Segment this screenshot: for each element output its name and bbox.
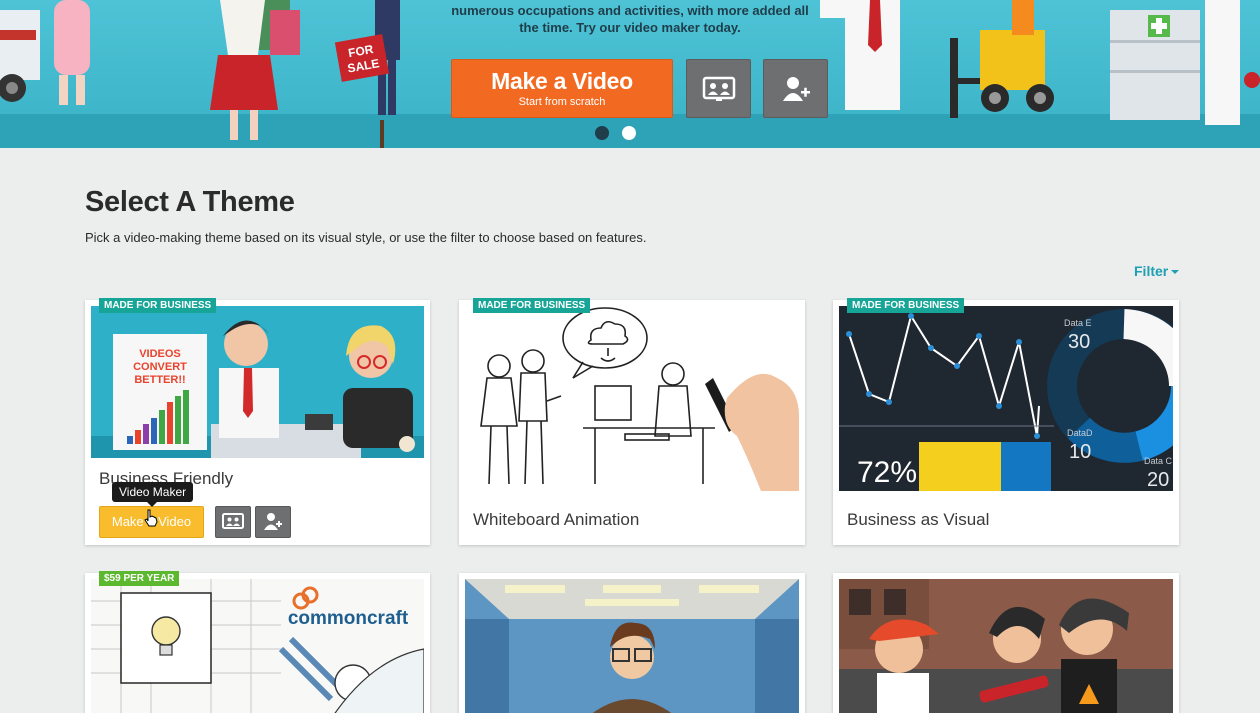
thumb-caption-2: CONVERT [133,361,187,373]
carousel-dot-1[interactable] [595,126,609,140]
office-illustration [465,579,799,713]
pharmacy-illustration [1110,0,1260,125]
add-user-icon [782,76,810,101]
theme-card-commoncraft[interactable]: $59 PER YEAR commoncraft [85,571,430,713]
filter-label: Filter [1134,263,1169,279]
data-e-value: 30 [1068,331,1090,353]
big-percentage: 72% [857,456,917,489]
forklift-illustration [950,0,1054,118]
page-title: Select A Theme [85,186,295,218]
theme-card-office[interactable] [459,573,805,713]
made-for-business-badge: MADE FOR BUSINESS [847,298,965,313]
thumb-caption-1: VIDEOS [139,348,181,360]
theme-thumbnail [465,579,799,713]
theme-thumbnail [465,306,799,491]
make-a-video-button[interactable]: Make a Video Start from scratch [451,59,673,118]
thumb-caption-3: BETTER!! [134,374,185,386]
price-badge: $59 PER YEAR [99,571,180,586]
nurse-illustration [54,0,90,105]
commoncraft-logo-text: commoncraft [288,608,409,629]
add-user-button[interactable] [763,59,828,118]
theme-name: Business as Visual [847,510,990,529]
hero-tagline: numerous occupations and activities, wit… [451,3,809,35]
shopper-illustration [210,0,300,140]
made-for-business-badge: MADE FOR BUSINESS [473,298,591,313]
theme-thumbnail [839,579,1173,713]
business-friendly-illustration: VIDEOS CONVERT BETTER!! [91,306,424,458]
theme-thumbnail: VIDEOS CONVERT BETTER!! [91,306,424,458]
video-maker-tooltip: Video Maker [112,482,194,507]
whiteboard-illustration [480,307,799,491]
page-subtitle: Pick a video-making theme based on its v… [85,230,647,245]
presentation-button[interactable] [215,506,251,538]
commoncraft-illustration: commoncraft [91,579,424,713]
start-from-scratch-label: Start from scratch [518,96,606,108]
theme-thumbnail: 72% Data E 30 DataD 10 Data C 20 [839,306,1173,491]
data-d-value: 10 [1069,441,1091,463]
theme-thumbnail: commoncraft [91,579,424,713]
data-d-label: DataD [1067,428,1093,438]
theme-name: Whiteboard Animation [473,510,640,529]
made-for-business-badge: MADE FOR BUSINESS [99,298,217,313]
realtor-illustration: FOR SALE [334,0,400,148]
street-illustration [839,579,1173,713]
data-c-label: Data C [1144,456,1173,466]
presentation-icon [222,513,244,529]
filter-dropdown[interactable]: Filter [1134,263,1180,279]
data-e-label: Data E [1064,318,1092,328]
carousel-dot-2[interactable] [622,126,636,140]
add-user-icon [264,513,282,530]
theme-card-business-as-visual[interactable]: MADE FOR BUSINESS 72% Data E 30 DataD 10… [833,298,1179,545]
presentation-button[interactable] [686,59,751,118]
data-c-value: 20 [1147,469,1169,491]
hero-banner: FOR SALE numerous occupations and activi… [0,0,1260,148]
theme-card-street[interactable] [833,573,1179,713]
presentation-icon [702,76,735,101]
theme-card-business-friendly[interactable]: MADE FOR BUSINESS VIDEOS CONVERT BETTER!… [85,298,430,545]
make-a-video-label: Make a Video [491,68,633,94]
caret-down-icon [1171,270,1180,275]
hand-cursor-icon [144,509,158,527]
theme-card-whiteboard-animation[interactable]: MADE FOR BUSINESS Whiteboard Animation [459,298,805,545]
business-visual-illustration: 72% Data E 30 DataD 10 Data C 20 [839,306,1173,491]
add-user-button[interactable] [255,506,291,538]
